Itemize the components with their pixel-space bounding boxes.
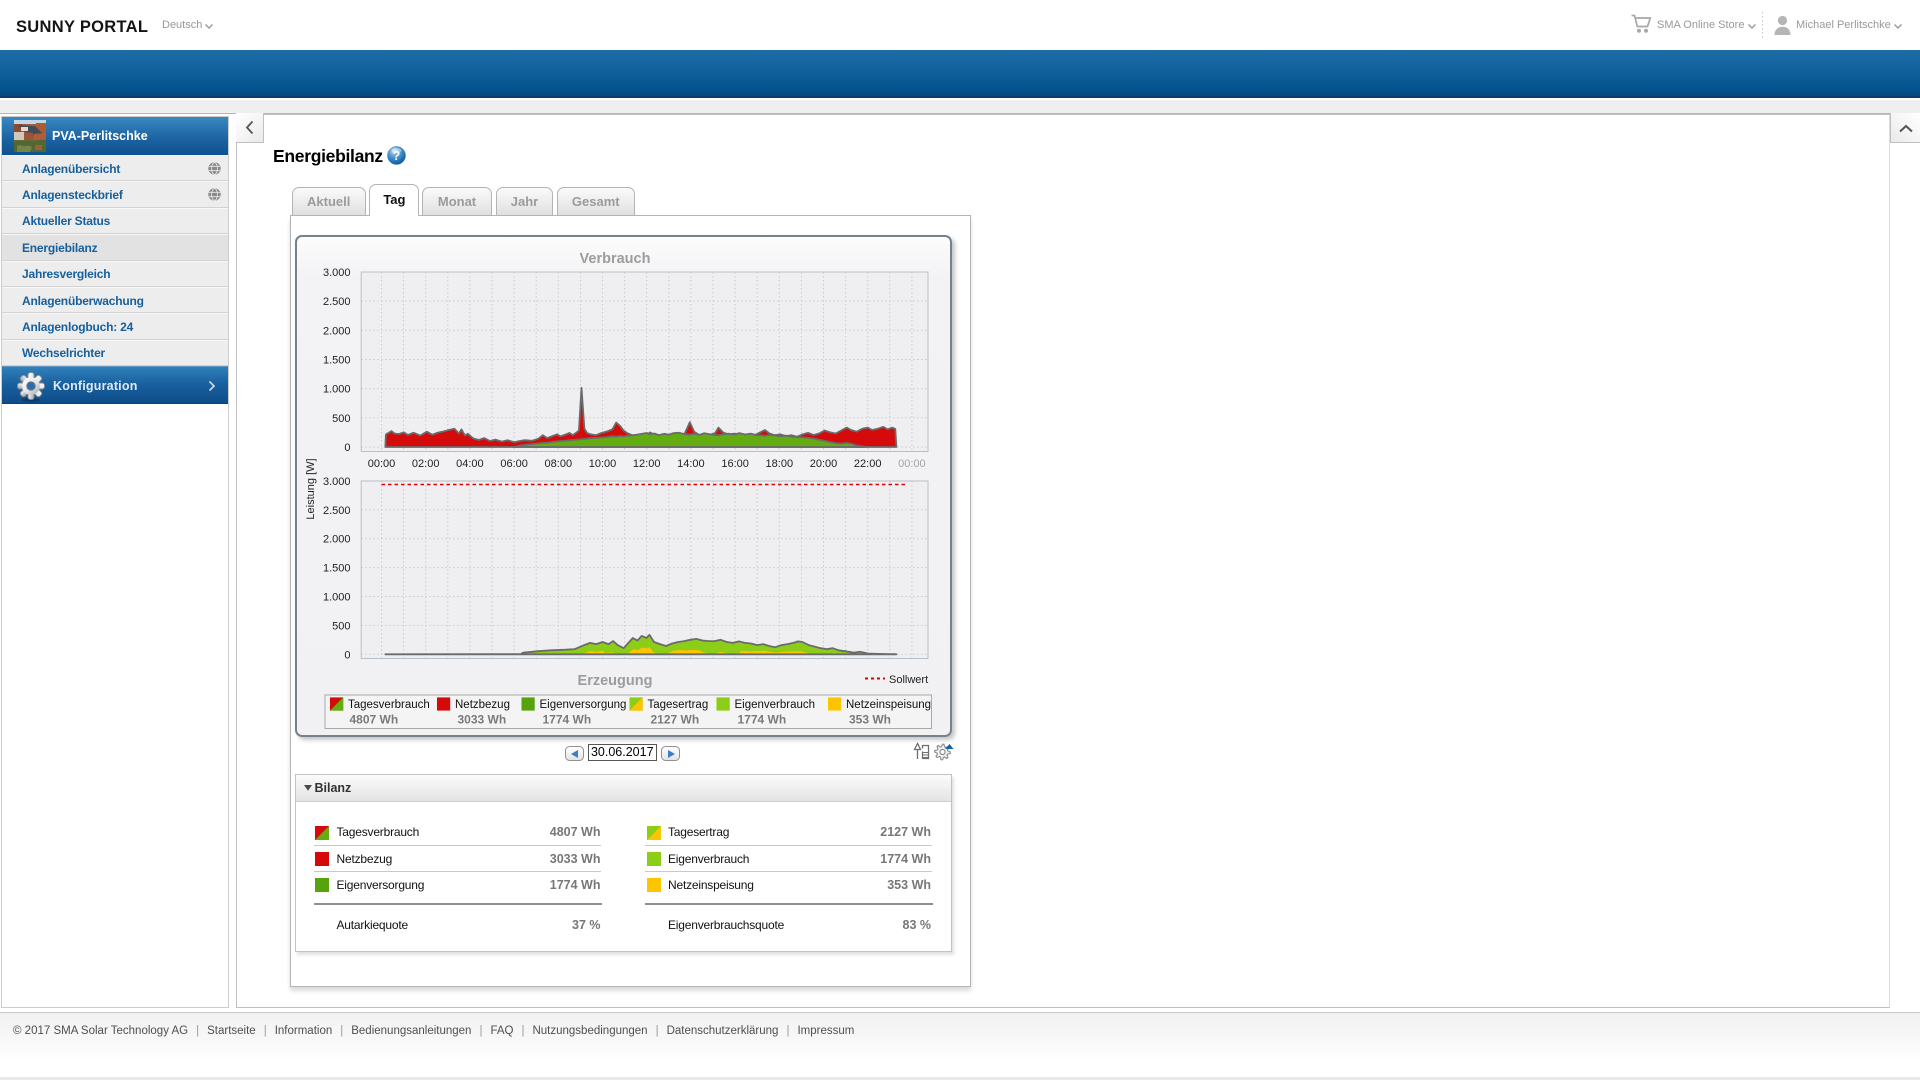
svg-text:1774 Wh: 1774 Wh — [737, 713, 786, 727]
svg-text:2.000: 2.000 — [322, 325, 350, 337]
svg-text:04:00: 04:00 — [456, 458, 484, 470]
svg-text:2.500: 2.500 — [322, 505, 350, 517]
svg-text:12:00: 12:00 — [632, 458, 660, 470]
svg-text:Verbrauch: Verbrauch — [579, 251, 650, 267]
svg-text:14:00: 14:00 — [677, 458, 705, 470]
svg-text:500: 500 — [332, 620, 350, 632]
svg-text:500: 500 — [332, 413, 350, 425]
svg-text:1.000: 1.000 — [322, 384, 350, 396]
svg-text:Tagesertrag: Tagesertrag — [647, 699, 708, 711]
svg-text:Erzeugung: Erzeugung — [577, 673, 652, 689]
svg-text:Netzbezug: Netzbezug — [455, 699, 510, 711]
svg-text:Tagesverbrauch: Tagesverbrauch — [348, 699, 430, 711]
svg-text:Netzeinspeisung: Netzeinspeisung — [846, 699, 931, 711]
svg-text:353 Wh: 353 Wh — [849, 713, 891, 727]
svg-text:3.000: 3.000 — [322, 476, 350, 488]
svg-text:02:00: 02:00 — [411, 458, 439, 470]
svg-text:22:00: 22:00 — [853, 458, 881, 470]
svg-text:00:00: 00:00 — [898, 458, 926, 470]
svg-text:2127 Wh: 2127 Wh — [650, 713, 699, 727]
svg-text:Eigenversorgung: Eigenversorgung — [539, 699, 626, 711]
svg-text:10:00: 10:00 — [588, 458, 616, 470]
svg-text:Sollwert: Sollwert — [889, 674, 928, 686]
svg-text:?: ? — [393, 149, 401, 163]
svg-text:4807 Wh: 4807 Wh — [349, 713, 398, 727]
svg-text:1774 Wh: 1774 Wh — [542, 713, 591, 727]
svg-text:3033 Wh: 3033 Wh — [457, 713, 506, 727]
svg-text:1.000: 1.000 — [322, 592, 350, 604]
svg-text:0: 0 — [344, 649, 350, 661]
svg-text:00:00: 00:00 — [367, 458, 395, 470]
svg-text:1.500: 1.500 — [322, 563, 350, 575]
svg-text:06:00: 06:00 — [500, 458, 528, 470]
svg-text:3.000: 3.000 — [322, 267, 350, 279]
svg-text:1.500: 1.500 — [322, 355, 350, 367]
svg-text:0: 0 — [344, 442, 350, 454]
svg-text:08:00: 08:00 — [544, 458, 572, 470]
svg-text:20:00: 20:00 — [809, 458, 837, 470]
svg-text:Leistung [W]: Leistung [W] — [305, 458, 317, 519]
svg-text:Eigenverbrauch: Eigenverbrauch — [734, 699, 815, 711]
svg-text:2.500: 2.500 — [322, 296, 350, 308]
svg-text:18:00: 18:00 — [765, 458, 793, 470]
svg-text:16:00: 16:00 — [721, 458, 749, 470]
svg-text:2.000: 2.000 — [322, 534, 350, 546]
